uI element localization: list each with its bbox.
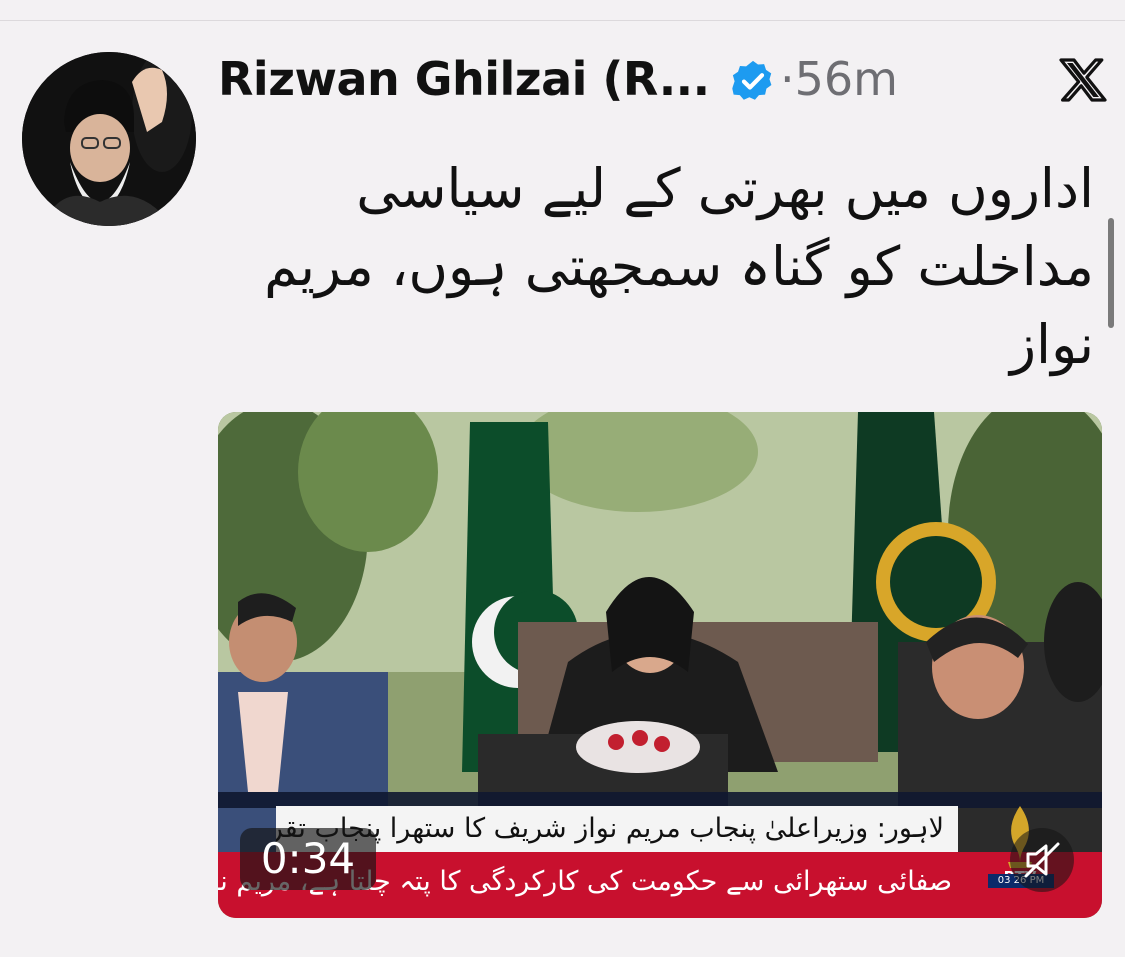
scrollbar[interactable]: [1108, 218, 1114, 328]
avatar-image: [22, 52, 196, 226]
top-divider: [0, 20, 1125, 21]
muted-speaker-icon: [1024, 842, 1060, 878]
time-separator: ·: [780, 52, 795, 106]
mute-button[interactable]: [1010, 828, 1074, 892]
tweet-header: Rizwan Ghilzai (R... ·56m: [218, 52, 1108, 112]
tweet-text: اداروں میں بھرتی کے لیے سیاسی مداخلت کو …: [264, 157, 1094, 376]
author-avatar[interactable]: [22, 52, 196, 226]
verified-badge-icon: [732, 60, 772, 100]
video-duration-badge: 0:34: [240, 828, 376, 890]
tweet-timestamp[interactable]: ·56m: [780, 52, 898, 106]
x-logo-icon[interactable]: [1058, 58, 1108, 102]
news-ticker-headline: لاہور: وزیراعلیٰ پنجاب مریم نواز شریف کا…: [276, 806, 958, 852]
video-player[interactable]: لاہور: وزیراعلیٰ پنجاب مریم نواز شریف کا…: [218, 412, 1102, 918]
time-ago: 56m: [794, 52, 898, 106]
author-display-name[interactable]: Rizwan Ghilzai (R...: [218, 52, 710, 106]
